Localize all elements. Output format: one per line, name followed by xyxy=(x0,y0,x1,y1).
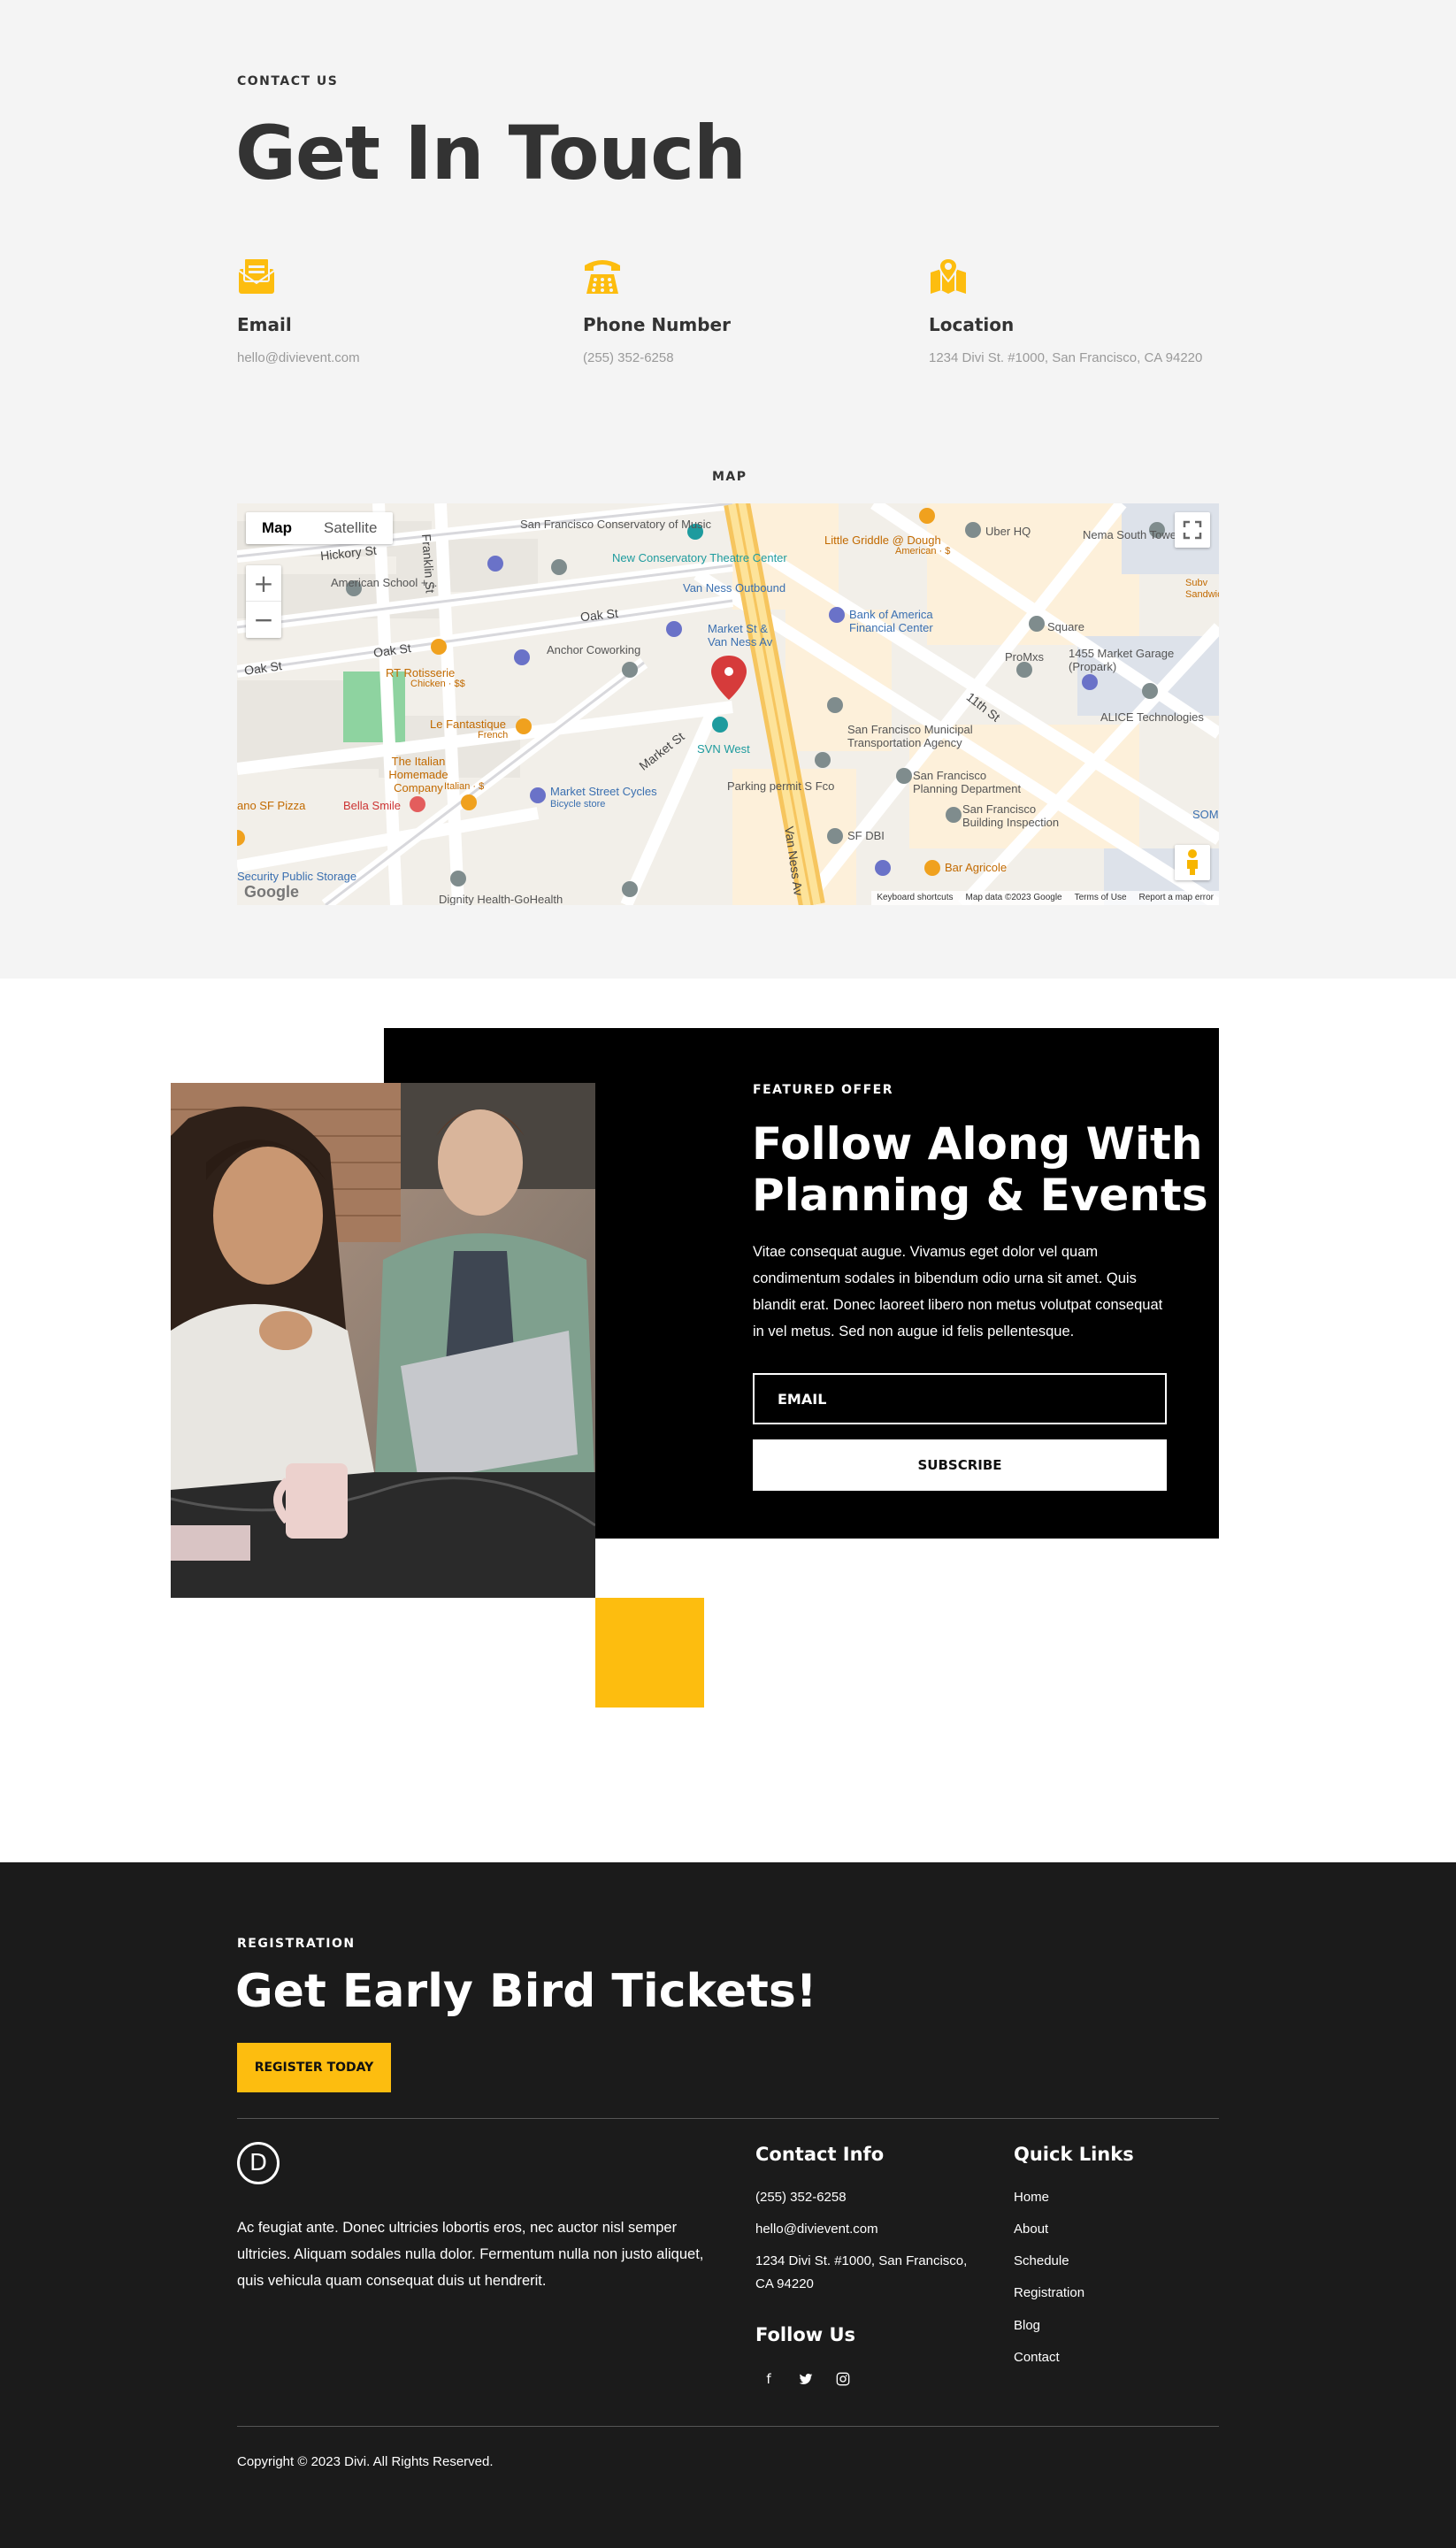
footer-address: 1234 Divi St. #1000, San Francisco, CA 9… xyxy=(755,2253,968,2291)
map-tab-satellite[interactable]: Satellite xyxy=(308,512,393,544)
footer-about: Ac feugiat ante. Donec ultricies loborti… xyxy=(237,2220,704,2289)
footer-email[interactable]: hello@divievent.com xyxy=(755,2218,878,2241)
zoom-control: + − xyxy=(246,565,281,638)
subscribe-button[interactable]: SUBSCRIBE xyxy=(753,1439,1167,1491)
phone-heading: Phone Number xyxy=(583,314,731,335)
map-label-cycles-sub: Bicycle store xyxy=(550,799,606,810)
map-label-alice: ALICE Technologies xyxy=(1100,710,1204,724)
registration-title: Get Early Bird Tickets! xyxy=(235,1965,817,2018)
copyright: Copyright © 2023 Divi. All Rights Reserv… xyxy=(237,2454,494,2469)
pegman-icon xyxy=(1187,849,1198,875)
map-label-square: Square xyxy=(1047,620,1084,633)
map-location-icon xyxy=(929,257,968,295)
zoom-in-button[interactable]: + xyxy=(246,565,281,602)
map-label-van-ness-outbound: Van Ness Outbound xyxy=(683,581,786,595)
pegman-button[interactable] xyxy=(1175,845,1210,880)
map-data-text: Map data ©2023 Google xyxy=(965,893,1062,902)
email-field[interactable] xyxy=(753,1373,1167,1424)
footer: REGISTRATION Get Early Bird Tickets! REG… xyxy=(0,1862,1456,2548)
featured-title: Follow Along With Planning & Events xyxy=(752,1118,1208,1221)
keyboard-shortcuts-link[interactable]: Keyboard shortcuts xyxy=(877,891,953,905)
map-type-control: Map Satellite xyxy=(246,512,394,544)
map-label-le-fantastique-sub: French xyxy=(478,730,509,741)
footer-link-contact[interactable]: Contact xyxy=(1014,2346,1060,2369)
footer-divider-top xyxy=(237,2118,1219,2119)
map-label-le-fantastique: Le Fantastique xyxy=(430,718,507,731)
map-label-som: SOM xyxy=(1192,808,1219,821)
featured-eyebrow: FEATURED OFFER xyxy=(753,1083,894,1097)
page-title: Get In Touch xyxy=(235,110,747,196)
map-label-sf-planning: San Francisco Planning Department xyxy=(913,769,1022,795)
register-button[interactable]: REGISTER TODAY xyxy=(237,2043,391,2092)
terms-link[interactable]: Terms of Use xyxy=(1075,891,1127,905)
map-label-italian-sub: Italian · $ xyxy=(444,781,485,792)
map-label-market-cycles: Market Street Cycles xyxy=(550,785,657,798)
map-label-sf-conservatory: San Francisco Conservatory of Music xyxy=(520,518,712,531)
map-label-bar-agricole: Bar Agricole xyxy=(945,861,1008,874)
follow-us-heading: Follow Us xyxy=(755,2324,856,2345)
twitter-icon[interactable] xyxy=(793,2367,818,2391)
featured-photo xyxy=(171,1083,595,1598)
map-label-svn-west: SVN West xyxy=(697,742,750,756)
map-label-sf-building: San Francisco Building Inspection xyxy=(962,802,1060,829)
divi-logo[interactable]: D xyxy=(237,2142,280,2184)
map-label-rt-sub: Chicken · $$ xyxy=(410,679,465,689)
map-label-ano-pizza: ano SF Pizza xyxy=(237,799,306,812)
map-label-new-conservatory: New Conservatory Theatre Center xyxy=(612,551,787,564)
map-tab-map[interactable]: Map xyxy=(246,512,308,544)
map-label-dignity: Dignity Health-GoHealth xyxy=(439,893,563,905)
map-label-bella-smile: Bella Smile xyxy=(343,799,402,812)
telephone-icon xyxy=(583,257,622,295)
map-label-1455-market: 1455 Market Garage (Propark) xyxy=(1069,647,1175,673)
contact-eyebrow: CONTACT US xyxy=(237,74,339,88)
featured-section: FEATURED OFFER Follow Along With Plannin… xyxy=(0,979,1456,1862)
map-label-sf-mta: San Francisco Municipal Transportation A… xyxy=(847,723,973,749)
map-footer: Keyboard shortcuts Map data ©2023 Google… xyxy=(871,891,1219,905)
zoom-out-button[interactable]: − xyxy=(246,602,281,638)
map-label-bank-of-america: Bank of America Financial Center xyxy=(849,608,933,634)
featured-body: Vitae consequat augue. Vivamus eget dolo… xyxy=(753,1244,1163,1339)
featured-title-line-2: Planning & Events xyxy=(752,1170,1208,1221)
map-label-security-public: Security Public Storage xyxy=(237,870,357,883)
google-map[interactable]: Hickory St Franklin St American School +… xyxy=(237,503,1219,905)
footer-link-blog[interactable]: Blog xyxy=(1014,2314,1040,2337)
map-label-nema: Nema South Tower xyxy=(1083,528,1181,541)
instagram-icon[interactable] xyxy=(831,2367,855,2391)
decorative-square xyxy=(595,1598,704,1708)
map-label-uber: Uber HQ xyxy=(985,525,1031,538)
map-label-parking: Parking permit S Fco xyxy=(727,779,835,793)
contact-info-heading: Contact Info xyxy=(755,2144,885,2165)
phone-value: (255) 352-6258 xyxy=(583,350,674,365)
registration-eyebrow: REGISTRATION xyxy=(237,1937,356,1951)
footer-link-about[interactable]: About xyxy=(1014,2218,1048,2241)
map-heading: MAP xyxy=(712,470,747,484)
footer-phone: (255) 352-6258 xyxy=(755,2190,847,2205)
location-value: 1234 Divi St. #1000, San Francisco, CA 9… xyxy=(929,350,1203,365)
footer-link-schedule[interactable]: Schedule xyxy=(1014,2250,1069,2273)
footer-link-home[interactable]: Home xyxy=(1014,2186,1049,2209)
facebook-icon[interactable]: f xyxy=(756,2367,781,2391)
footer-link-registration[interactable]: Registration xyxy=(1014,2282,1084,2305)
map-label-rt-rotisserie: RT Rotisserie xyxy=(386,666,456,679)
fullscreen-icon xyxy=(1183,520,1202,540)
featured-title-line-1: Follow Along With xyxy=(752,1118,1203,1170)
map-label-anchor: Anchor Coworking xyxy=(547,643,641,656)
map-label-subv: Subv Sandwic xyxy=(1185,578,1219,600)
map-label-sf-dbi: SF DBI xyxy=(847,829,885,842)
map-label-market-van-ness: Market St & Van Ness Av xyxy=(708,622,773,649)
location-heading: Location xyxy=(929,314,1015,335)
email-value: hello@divievent.com xyxy=(237,350,360,365)
contact-section: CONTACT US Get In Touch Email hello@divi… xyxy=(0,0,1456,979)
footer-divider-bottom xyxy=(237,2426,1219,2427)
map-label-little-griddle: Little Griddle @ Dough xyxy=(824,533,941,547)
fullscreen-button[interactable] xyxy=(1175,512,1210,548)
report-error-link[interactable]: Report a map error xyxy=(1139,891,1214,905)
email-heading: Email xyxy=(237,314,292,335)
envelope-icon xyxy=(237,257,276,295)
google-logo: Google xyxy=(244,883,299,901)
map-label-american-school: American School +... xyxy=(331,576,438,589)
quick-links-heading: Quick Links xyxy=(1014,2144,1134,2165)
map-label-promxs: ProMxs xyxy=(1005,650,1045,664)
map-label-little-griddle-sub: American · $ xyxy=(895,546,951,556)
